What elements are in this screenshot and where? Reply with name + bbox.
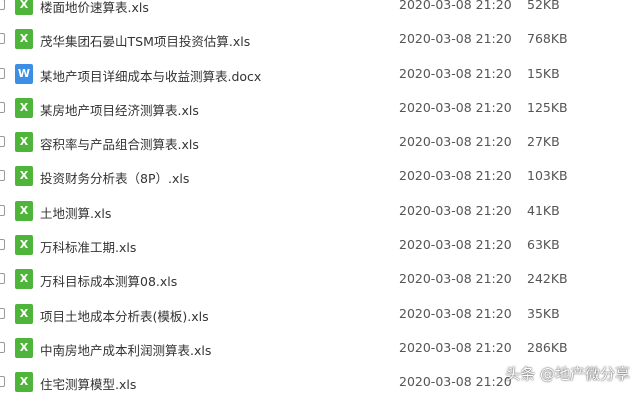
file-size: 103KB [527, 168, 568, 184]
file-row[interactable]: X 投资财务分析表（8P）.xls 2020-03-08 21:20 103KB [0, 159, 640, 193]
row-checkbox[interactable] [0, 239, 5, 251]
file-modified-date: 2020-03-08 21:20 [399, 99, 512, 115]
file-name[interactable]: 容积率与产品组合测算表.xls [40, 134, 199, 153]
file-row[interactable]: X 楼面地价速算表.xls 2020-03-08 21:20 52KB [0, 0, 640, 22]
file-modified-date: 2020-03-08 21:20 [399, 65, 512, 81]
row-checkbox[interactable] [0, 136, 5, 148]
word-file-icon: W [15, 63, 33, 84]
file-modified-date: 2020-03-08 21:20 [399, 134, 512, 150]
excel-file-icon: X [15, 269, 33, 290]
file-name[interactable]: 住宅测算模型.xls [40, 374, 136, 393]
file-size: 35KB [527, 305, 560, 321]
file-size: 242KB [527, 271, 568, 287]
file-modified-date: 2020-03-08 21:20 [399, 374, 512, 390]
file-name[interactable]: 万科标准工期.xls [40, 237, 136, 256]
file-row[interactable]: X 某房地产项目经济测算表.xls 2020-03-08 21:20 125KB [0, 91, 640, 125]
excel-file-icon: X [15, 0, 33, 15]
file-name[interactable]: 土地测算.xls [40, 203, 111, 222]
row-checkbox[interactable] [0, 101, 5, 113]
file-name[interactable]: 楼面地价速算表.xls [40, 0, 149, 16]
file-modified-date: 2020-03-08 21:20 [399, 305, 512, 321]
file-row[interactable]: X 茂华集团石晏山TSM项目投资估算.xls 2020-03-08 21:20 … [0, 22, 640, 56]
file-name[interactable]: 茂华集团石晏山TSM项目投资估算.xls [40, 31, 250, 50]
file-modified-date: 2020-03-08 21:20 [399, 339, 512, 355]
file-modified-date: 2020-03-08 21:20 [399, 271, 512, 287]
file-name[interactable]: 投资财务分析表（8P）.xls [40, 168, 189, 187]
file-name[interactable]: 万科目标成本测算08.xls [40, 271, 177, 290]
row-checkbox[interactable] [0, 307, 5, 319]
file-size: 286KB [527, 339, 568, 355]
file-modified-date: 2020-03-08 21:20 [399, 237, 512, 253]
excel-file-icon: X [15, 166, 33, 187]
file-size: 768KB [527, 31, 568, 47]
watermark-text: 头条 @地产微分享 [505, 365, 630, 383]
file-row[interactable]: X 土地测算.xls 2020-03-08 21:20 41KB [0, 194, 640, 228]
file-modified-date: 2020-03-08 21:20 [399, 31, 512, 47]
row-checkbox[interactable] [0, 273, 5, 285]
file-list: X 楼面地价速算表.xls 2020-03-08 21:20 52KB X 茂华… [0, 0, 640, 400]
row-checkbox[interactable] [0, 204, 5, 216]
file-row[interactable]: W 某地产项目详细成本与收益测算表.docx 2020-03-08 21:20 … [0, 57, 640, 91]
file-row[interactable]: X 万科目标成本测算08.xls 2020-03-08 21:20 242KB [0, 262, 640, 296]
file-modified-date: 2020-03-08 21:20 [399, 168, 512, 184]
row-checkbox[interactable] [0, 67, 5, 79]
file-size: 27KB [527, 134, 560, 150]
excel-file-icon: X [15, 372, 33, 393]
file-name[interactable]: 某地产项目详细成本与收益测算表.docx [40, 66, 261, 85]
excel-file-icon: X [15, 29, 33, 50]
excel-file-icon: X [15, 337, 33, 358]
file-row[interactable]: X 项目土地成本分析表(模板).xls 2020-03-08 21:20 35K… [0, 297, 640, 331]
excel-file-icon: X [15, 200, 33, 221]
row-checkbox[interactable] [0, 33, 5, 45]
file-size: 63KB [527, 237, 560, 253]
file-row[interactable]: X 万科标准工期.xls 2020-03-08 21:20 63KB [0, 228, 640, 262]
file-name[interactable]: 中南房地产成本利润测算表.xls [40, 340, 211, 359]
file-modified-date: 2020-03-08 21:20 [399, 0, 512, 12]
file-size: 52KB [527, 0, 560, 12]
excel-file-icon: X [15, 97, 33, 118]
file-size: 125KB [527, 99, 568, 115]
file-row[interactable]: X 中南房地产成本利润测算表.xls 2020-03-08 21:20 286K… [0, 331, 640, 365]
file-row[interactable]: X 容积率与产品组合测算表.xls 2020-03-08 21:20 27KB [0, 125, 640, 159]
file-modified-date: 2020-03-08 21:20 [399, 202, 512, 218]
excel-file-icon: X [15, 235, 33, 256]
excel-file-icon: X [15, 132, 33, 153]
file-size: 15KB [527, 65, 560, 81]
file-name[interactable]: 项目土地成本分析表(模板).xls [40, 306, 209, 325]
file-size: 41KB [527, 202, 560, 218]
excel-file-icon: X [15, 303, 33, 324]
row-checkbox[interactable] [0, 170, 5, 182]
row-checkbox[interactable] [0, 341, 5, 353]
row-checkbox[interactable] [0, 376, 5, 388]
file-name[interactable]: 某房地产项目经济测算表.xls [40, 100, 199, 119]
row-checkbox[interactable] [0, 0, 5, 10]
